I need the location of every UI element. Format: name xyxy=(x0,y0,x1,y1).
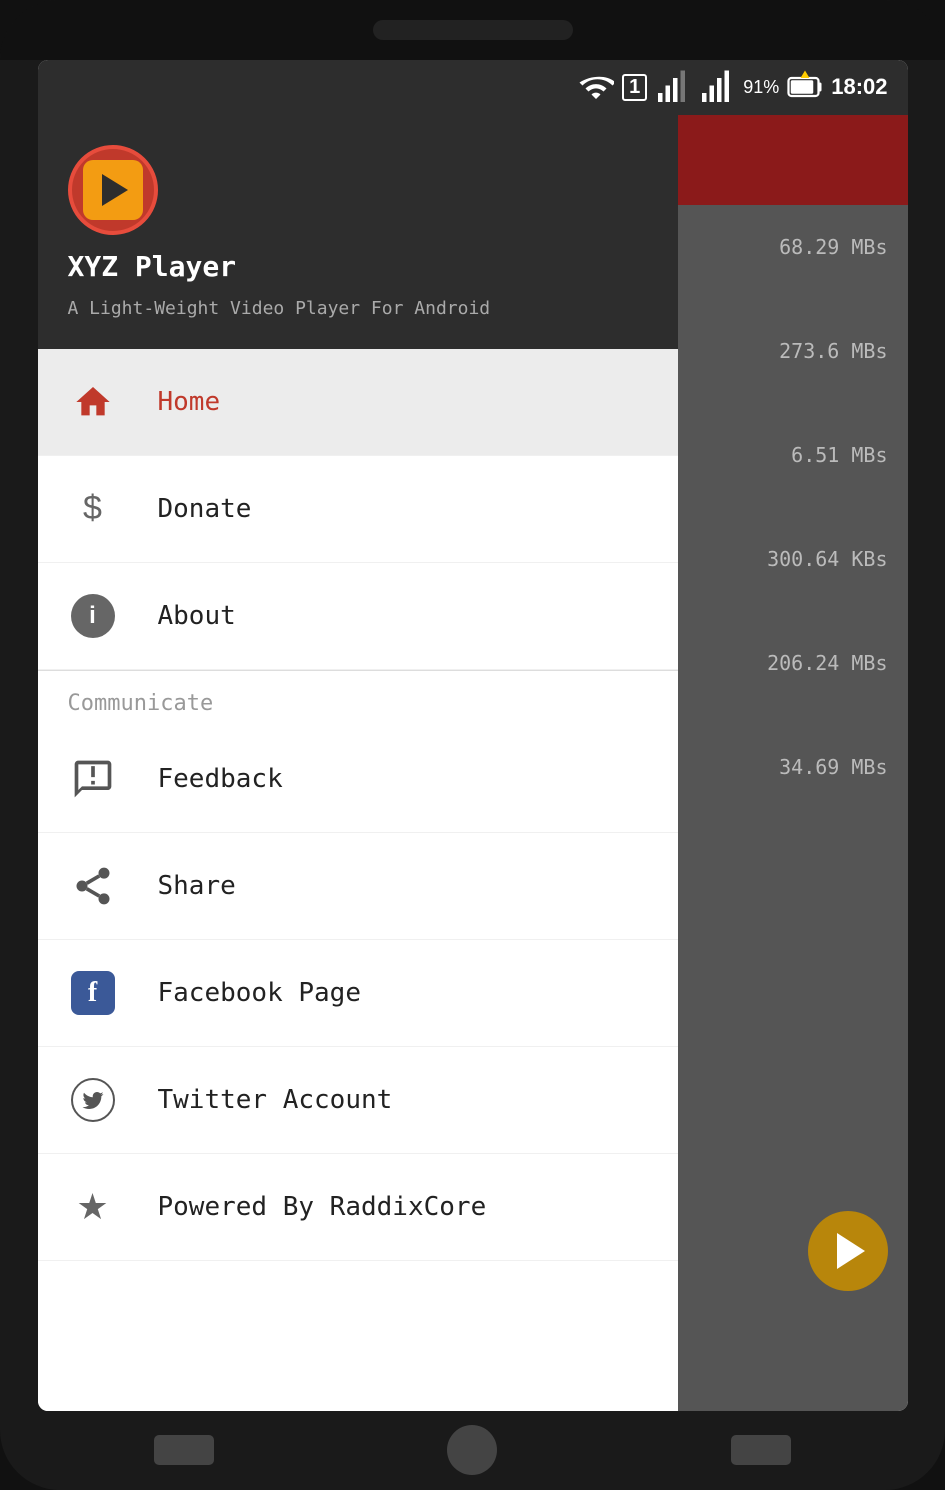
wifi-icon xyxy=(578,69,614,105)
nav-item-about[interactable]: i About xyxy=(38,563,678,670)
file-size-6: 34.69 MBs xyxy=(688,755,898,779)
nav-item-donate-label: Donate xyxy=(158,494,252,524)
nav-item-facebook-label: Facebook Page xyxy=(158,978,362,1008)
home-icon xyxy=(68,377,118,427)
nav-item-donate[interactable]: $ Donate xyxy=(38,456,678,563)
phone-notch xyxy=(373,20,573,40)
content-top-bar xyxy=(678,115,908,205)
phone-notch-area xyxy=(0,0,945,60)
nav-item-raddixcore-label: Powered By RaddixCore xyxy=(158,1192,487,1222)
file-size-4: 300.64 KBs xyxy=(688,547,898,571)
nav-item-share-label: Share xyxy=(158,871,236,901)
nav-item-feedback-label: Feedback xyxy=(158,764,283,794)
nav-item-feedback[interactable]: Feedback xyxy=(38,726,678,833)
battery-icon xyxy=(787,69,823,105)
file-size-1: 68.29 MBs xyxy=(688,235,898,259)
content-area: 68.29 MBs 273.6 MBs 6.51 MBs 300.64 KBs … xyxy=(678,115,908,1411)
fab-play-button[interactable] xyxy=(808,1211,888,1291)
nav-item-twitter[interactable]: Twitter Account xyxy=(38,1047,678,1154)
app-logo-inner xyxy=(83,160,143,220)
app-logo xyxy=(68,145,158,235)
phone-bottom-bar xyxy=(38,1411,908,1490)
phone-screen: 1 91% xyxy=(38,60,908,1411)
status-bar: 1 91% xyxy=(38,60,908,115)
nav-item-twitter-label: Twitter Account xyxy=(158,1085,393,1115)
nav-item-share[interactable]: Share xyxy=(38,833,678,940)
back-button[interactable] xyxy=(154,1435,214,1465)
share-icon xyxy=(68,861,118,911)
star-icon: ★ xyxy=(68,1182,118,1232)
play-logo-icon xyxy=(102,174,128,206)
recents-button[interactable] xyxy=(731,1435,791,1465)
nav-item-about-label: About xyxy=(158,601,236,631)
home-button[interactable] xyxy=(447,1425,497,1475)
file-size-3: 6.51 MBs xyxy=(688,443,898,467)
section-title-communicate: Communicate xyxy=(38,671,678,726)
signal-icon xyxy=(655,69,691,105)
app-tagline: A Light-Weight Video Player For Android xyxy=(68,298,648,319)
twitter-icon xyxy=(68,1075,118,1125)
main-content: XYZ Player A Light-Weight Video Player F… xyxy=(38,115,908,1411)
feedback-icon xyxy=(68,754,118,804)
nav-item-facebook[interactable]: f Facebook Page xyxy=(38,940,678,1047)
facebook-icon: f xyxy=(68,968,118,1018)
navigation-drawer: XYZ Player A Light-Weight Video Player F… xyxy=(38,115,678,1411)
fab-play-icon xyxy=(837,1233,865,1269)
nav-item-raddixcore[interactable]: ★ Powered By RaddixCore xyxy=(38,1154,678,1261)
nav-section-communicate: Communicate Feedback xyxy=(38,671,678,1261)
battery-pct: 91% xyxy=(743,77,779,98)
info-icon: i xyxy=(68,591,118,641)
donate-icon: $ xyxy=(68,484,118,534)
phone-frame: 1 91% xyxy=(0,0,945,1490)
file-size-2: 273.6 MBs xyxy=(688,339,898,363)
status-icons: 1 91% xyxy=(578,69,887,105)
nav-item-home[interactable]: Home xyxy=(38,349,678,456)
sim-badge: 1 xyxy=(622,74,647,101)
drawer-header: XYZ Player A Light-Weight Video Player F… xyxy=(38,115,678,349)
status-time: 18:02 xyxy=(831,74,887,100)
file-sizes-list: 68.29 MBs 273.6 MBs 6.51 MBs 300.64 KBs … xyxy=(688,225,898,779)
signal2-icon xyxy=(699,69,735,105)
app-name: XYZ Player xyxy=(68,250,648,283)
nav-section-main: Home $ Donate i About xyxy=(38,349,678,670)
file-size-5: 206.24 MBs xyxy=(688,651,898,675)
nav-item-home-label: Home xyxy=(158,387,221,417)
